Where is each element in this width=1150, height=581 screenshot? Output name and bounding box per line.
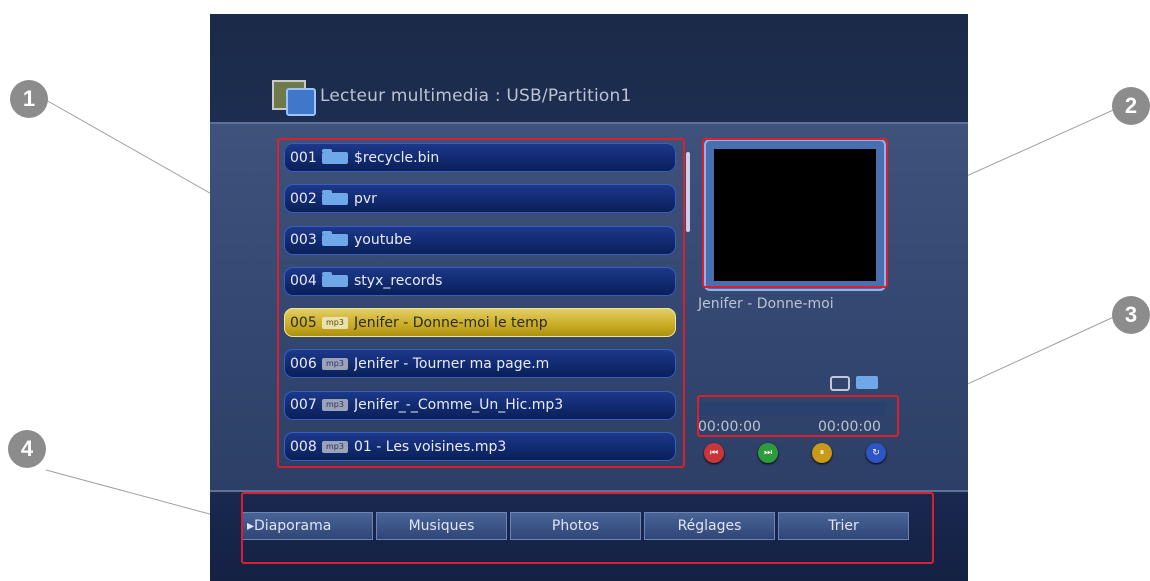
previous-icon[interactable]: ⏮ [704,443,724,463]
playback-mode-icons [830,376,878,391]
callout-4: 4 [8,430,46,468]
scrollbar[interactable] [686,142,692,472]
next-icon[interactable]: ⏭ [758,443,778,463]
callout-1: 1 [10,80,48,118]
highlight-file-list [277,138,685,468]
callout-3: 3 [1112,296,1150,334]
page-title: Lecteur multimedia : USB/Partition1 [320,86,632,106]
header: Lecteur multimedia : USB/Partition1 [272,76,632,116]
multimedia-icon [272,76,316,116]
scrollbar-thumb[interactable] [686,152,690,232]
repeat-icon[interactable]: ↻ [866,443,886,463]
playback-controls: ⏮ ⏭ ⏸ ↻ [704,443,886,463]
highlight-preview [702,138,888,288]
callout-2: 2 [1112,87,1150,125]
now-playing-title: Jenifer - Donne-moi [698,296,834,312]
highlight-progress [697,395,899,437]
pause-icon[interactable]: ⏸ [812,443,832,463]
repeat-mode-icon [830,376,850,391]
folder-icon [856,376,878,389]
highlight-menu [241,492,934,564]
